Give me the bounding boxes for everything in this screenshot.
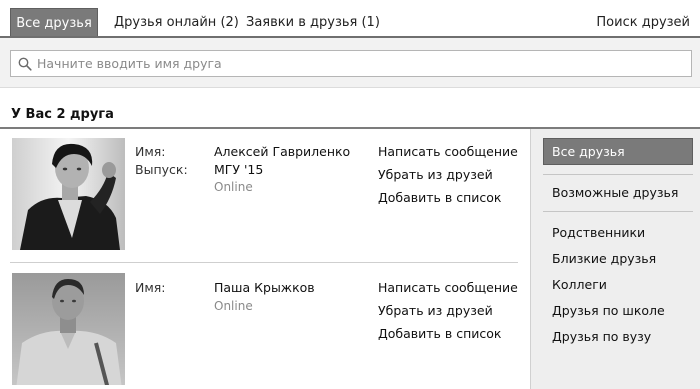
sidebar-item-school-friends[interactable]: Друзья по школе — [552, 303, 665, 318]
send-message-link[interactable]: Написать сообщение — [378, 280, 518, 295]
friend-avatar[interactable] — [12, 273, 125, 385]
name-label: Имя: — [135, 144, 166, 159]
online-status: Online — [214, 180, 253, 194]
friends-tabbar: Все друзья Друзья онлайн (2) Заявки в др… — [0, 0, 700, 38]
online-status: Online — [214, 299, 253, 313]
name-label: Имя: — [135, 280, 166, 295]
graduation-label: Выпуск: — [135, 162, 188, 177]
tab-friend-requests[interactable]: Заявки в друзья (1) — [246, 8, 380, 37]
add-to-list-link[interactable]: Добавить в список — [378, 190, 501, 205]
friend-row: Имя: Алексей Гавриленко Выпуск: МГУ '15 … — [0, 138, 528, 258]
friend-row: Имя: Паша Крыжков Online Написать сообще… — [0, 273, 528, 389]
friend-avatar[interactable] — [12, 138, 125, 250]
add-to-list-link[interactable]: Добавить в список — [378, 326, 501, 341]
friend-name[interactable]: Алексей Гавриленко — [214, 144, 350, 159]
friend-name[interactable]: Паша Крыжков — [214, 280, 315, 295]
send-message-link[interactable]: Написать сообщение — [378, 144, 518, 159]
remove-friend-link[interactable]: Убрать из друзей — [378, 167, 493, 182]
search-input[interactable] — [37, 54, 677, 73]
friend-graduation[interactable]: МГУ '15 — [214, 162, 263, 177]
row-divider — [10, 262, 518, 263]
sidebar-divider — [543, 211, 693, 212]
sidebar-item-all-friends[interactable]: Все друзья — [543, 138, 693, 165]
tab-all-friends[interactable]: Все друзья — [10, 8, 98, 37]
sidebar-item-colleagues[interactable]: Коллеги — [552, 277, 607, 292]
friends-sidebar: Все друзья Возможные друзья Родственники… — [530, 129, 700, 389]
sidebar-item-relatives[interactable]: Родственники — [552, 225, 645, 240]
search-icon — [18, 57, 32, 71]
sidebar-divider — [543, 174, 693, 175]
search-box[interactable] — [10, 50, 692, 77]
tab-friends-online[interactable]: Друзья онлайн (2) — [114, 8, 239, 37]
friends-count-title: У Вас 2 друга — [11, 107, 114, 122]
remove-friend-link[interactable]: Убрать из друзей — [378, 303, 493, 318]
sidebar-item-possible-friends[interactable]: Возможные друзья — [552, 185, 678, 200]
sidebar-item-university-friends[interactable]: Друзья по вузу — [552, 329, 651, 344]
sidebar-item-close-friends[interactable]: Близкие друзья — [552, 251, 656, 266]
search-friends-link[interactable]: Поиск друзей — [596, 8, 690, 37]
search-panel — [0, 38, 700, 88]
